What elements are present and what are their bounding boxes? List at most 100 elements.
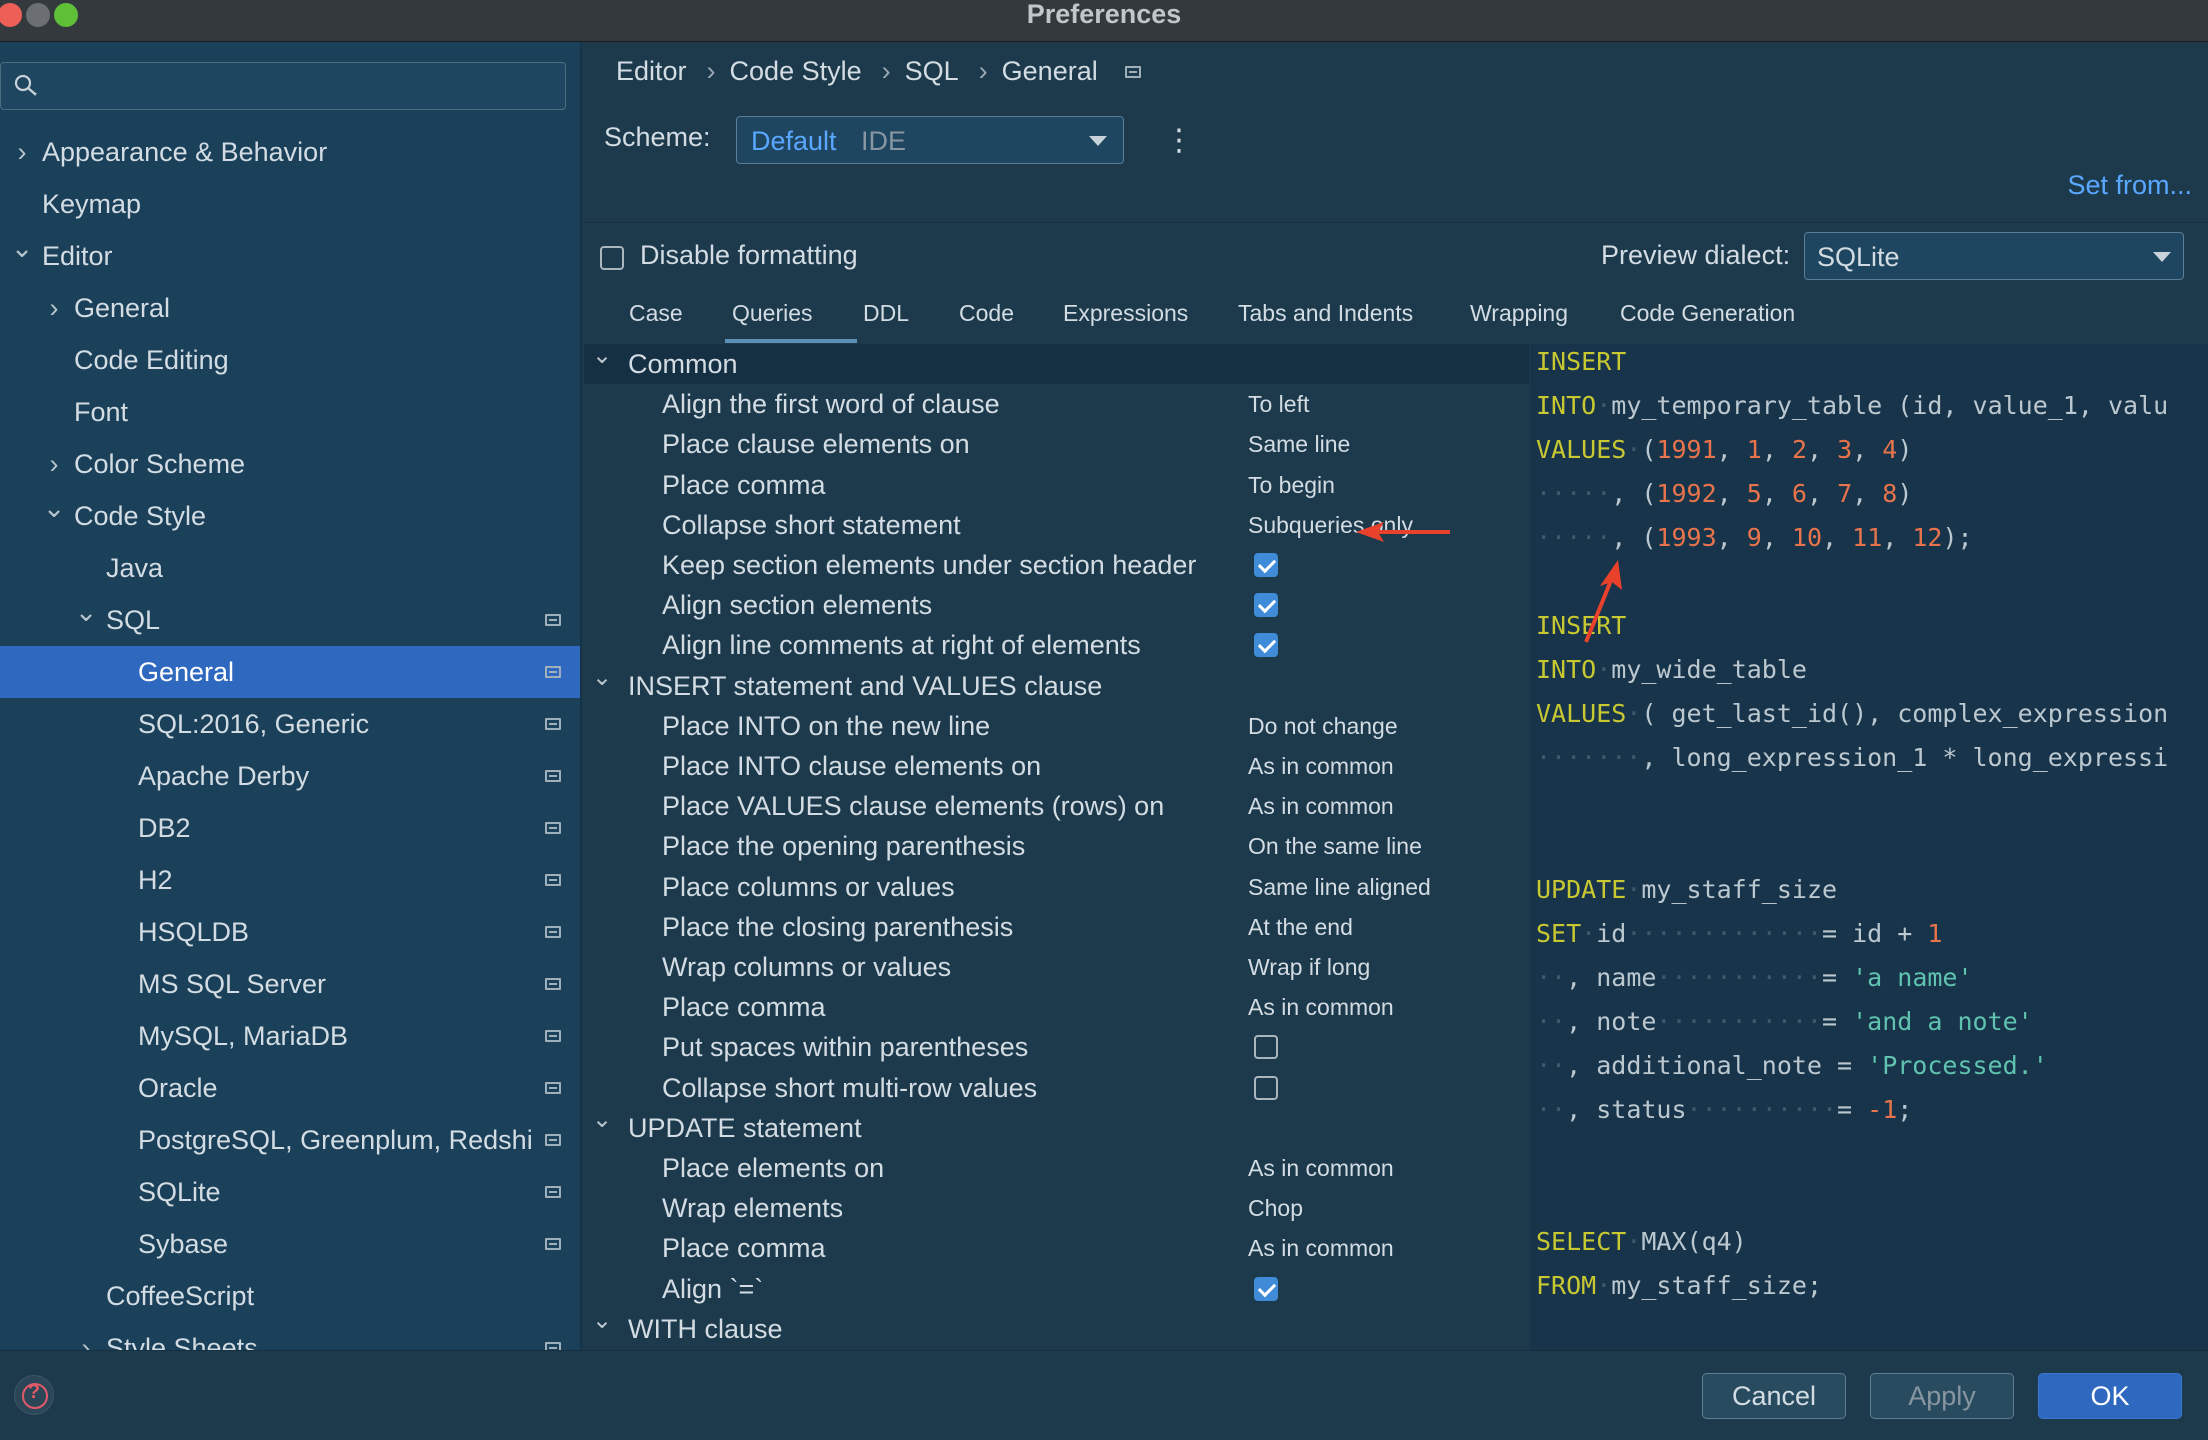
code-line: ·······, long_expression_1 * long_expres… <box>1536 743 2169 772</box>
ok-button[interactable]: OK <box>2038 1373 2182 1419</box>
sidebar-item-general[interactable]: General <box>0 646 580 698</box>
sidebar-item-sql-2016-generic[interactable]: SQL:2016, Generic <box>0 698 580 750</box>
setting-value-dropdown[interactable]: To left <box>1248 384 1309 424</box>
setting-row: Wrap elements Chop <box>584 1188 1529 1228</box>
setting-row: Put spaces within parentheses <box>584 1027 1529 1067</box>
setting-value-dropdown[interactable]: On the same line <box>1248 826 1422 866</box>
setting-value-dropdown[interactable]: Chop <box>1248 1188 1303 1228</box>
disable-formatting-checkbox[interactable] <box>600 246 624 270</box>
setting-checkbox[interactable] <box>1254 633 1278 658</box>
setting-checkbox[interactable] <box>1254 553 1278 577</box>
chevron-down-icon[interactable]: ⌄ <box>74 586 98 638</box>
setting-checkbox[interactable] <box>1254 1035 1278 1060</box>
chevron-down-icon[interactable]: ⌄ <box>10 222 34 274</box>
setting-value-dropdown[interactable]: As in common <box>1248 786 1394 826</box>
breadcrumb-item[interactable]: Code Style <box>730 56 862 86</box>
sidebar-item-apache-derby[interactable]: Apache Derby <box>0 750 580 802</box>
sidebar-item-label: HSQLDB <box>138 917 250 947</box>
section-header-insert[interactable]: ⌄ INSERT statement and VALUES clause <box>584 664 1529 706</box>
cancel-button[interactable]: Cancel <box>1702 1373 1846 1419</box>
sidebar-item-code-style[interactable]: ⌄ Code Style <box>0 490 580 542</box>
sidebar-item-label: SQLite <box>138 1177 221 1207</box>
sidebar-item-general[interactable]: › General <box>0 282 580 334</box>
tab-expressions[interactable]: Expressions <box>1063 300 1188 327</box>
scheme-actions-kebab-icon[interactable]: ⋮ <box>1164 126 1194 156</box>
setting-value-dropdown[interactable]: Same line <box>1248 424 1350 464</box>
tab-ddl[interactable]: DDL <box>863 300 909 327</box>
sidebar-item-db2[interactable]: DB2 <box>0 802 580 854</box>
project-level-icon <box>545 978 561 990</box>
section-header-with[interactable]: ⌄ WITH clause <box>584 1307 1529 1349</box>
setting-value-dropdown[interactable]: Wrap if long <box>1248 947 1370 987</box>
sidebar-item-oracle[interactable]: Oracle <box>0 1062 580 1114</box>
sidebar-item-mysql-mariadb[interactable]: MySQL, MariaDB <box>0 1010 580 1062</box>
chevron-down-icon <box>1089 136 1107 146</box>
settings-search-input[interactable] <box>0 62 566 110</box>
dialog-button-bar: ? Cancel Apply OK <box>0 1350 2208 1440</box>
sidebar-item-label: Oracle <box>138 1073 218 1103</box>
sidebar-item-appearance-behavior[interactable]: › Appearance & Behavior <box>0 126 580 178</box>
sidebar-item-keymap[interactable]: Keymap <box>0 178 580 230</box>
code-line: ··, status··········= -1; <box>1536 1095 1913 1124</box>
scheme-dropdown[interactable]: Default IDE <box>736 116 1124 164</box>
section-header-label: UPDATE statement <box>628 1112 862 1143</box>
code-line: ·····, (1993, 9, 10, 11, 12); <box>1536 523 1973 552</box>
sidebar-item-ms-sql-server[interactable]: MS SQL Server <box>0 958 580 1010</box>
setting-value-dropdown[interactable]: Same line aligned <box>1248 867 1431 907</box>
set-from-link[interactable]: Set from... <box>2067 170 2192 201</box>
tab-case[interactable]: Case <box>629 300 683 327</box>
sidebar-item-label: Keymap <box>42 189 142 219</box>
chevron-down-icon[interactable]: ⌄ <box>42 482 66 534</box>
setting-checkbox[interactable] <box>1254 1075 1278 1100</box>
chevron-down-icon <box>2153 252 2171 262</box>
section-header-update[interactable]: ⌄ UPDATE statement <box>584 1106 1529 1148</box>
setting-value-dropdown[interactable]: As in common <box>1248 1228 1394 1268</box>
sidebar-item-style-sheets[interactable]: › Style Sheets <box>0 1322 580 1350</box>
code-line: SELECT·MAX(q4) <box>1536 1227 1747 1256</box>
setting-checkbox[interactable] <box>1254 593 1278 618</box>
sidebar-item-sql[interactable]: ⌄ SQL <box>0 594 580 646</box>
chevron-right-icon[interactable]: › <box>10 126 34 178</box>
sidebar-item-color-scheme[interactable]: › Color Scheme <box>0 438 580 490</box>
project-level-icon <box>545 822 561 834</box>
breadcrumb-item[interactable]: General <box>1002 56 1098 86</box>
breadcrumb-item[interactable]: Editor <box>616 56 687 86</box>
sidebar-item-hsqldb[interactable]: HSQLDB <box>0 906 580 958</box>
sidebar-item-font[interactable]: Font <box>0 386 580 438</box>
sidebar-item-sqlite[interactable]: SQLite <box>0 1166 580 1218</box>
sidebar-item-sybase[interactable]: Sybase <box>0 1218 580 1270</box>
apply-button[interactable]: Apply <box>1870 1373 2014 1419</box>
sidebar-item-label: Appearance & Behavior <box>42 137 328 167</box>
sidebar-item-code-editing[interactable]: Code Editing <box>0 334 580 386</box>
tab-code-generation[interactable]: Code Generation <box>1620 300 1795 327</box>
chevron-right-icon[interactable]: › <box>42 282 66 334</box>
code-token: , additional_note <box>1566 1051 1822 1080</box>
setting-checkbox[interactable] <box>1254 1276 1278 1301</box>
tab-queries[interactable]: Queries <box>732 300 813 327</box>
help-button[interactable]: ? <box>14 1375 54 1415</box>
section-header-common[interactable]: ⌄ Common <box>584 344 1529 384</box>
setting-value-dropdown[interactable]: Do not change <box>1248 706 1398 746</box>
code-token: FROM <box>1536 1271 1597 1300</box>
setting-row: Place columns or values Same line aligned <box>584 867 1529 907</box>
setting-label: Place the opening parenthesis <box>662 831 1026 862</box>
tab-wrapping[interactable]: Wrapping <box>1470 300 1568 327</box>
breadcrumb-item[interactable]: SQL <box>905 56 959 86</box>
setting-value-dropdown[interactable]: As in common <box>1248 746 1394 786</box>
setting-value-dropdown[interactable]: As in common <box>1248 987 1394 1027</box>
code-token: , long_expression_1 * long_expressi <box>1641 743 2169 772</box>
tab-tabs-and-indents[interactable]: Tabs and Indents <box>1238 300 1413 327</box>
sidebar-item-h2[interactable]: H2 <box>0 854 580 906</box>
setting-value-dropdown[interactable]: To begin <box>1248 465 1335 505</box>
sidebar-item-label: Font <box>74 397 129 427</box>
tab-code[interactable]: Code <box>959 300 1014 327</box>
chevron-right-icon[interactable]: › <box>74 1322 98 1350</box>
preview-dialect-dropdown[interactable]: SQLite <box>1804 232 2184 280</box>
setting-value-dropdown[interactable]: As in common <box>1248 1148 1394 1188</box>
sidebar-item-postgresql-greenplum-redshi[interactable]: PostgreSQL, Greenplum, Redshi <box>0 1114 580 1166</box>
project-level-icon <box>545 1186 561 1198</box>
sidebar-item-editor[interactable]: ⌄ Editor <box>0 230 580 282</box>
sidebar-item-coffeescript[interactable]: CoffeeScript <box>0 1270 580 1322</box>
setting-label: Wrap columns or values <box>662 952 952 982</box>
setting-value-dropdown[interactable]: At the end <box>1248 907 1353 947</box>
